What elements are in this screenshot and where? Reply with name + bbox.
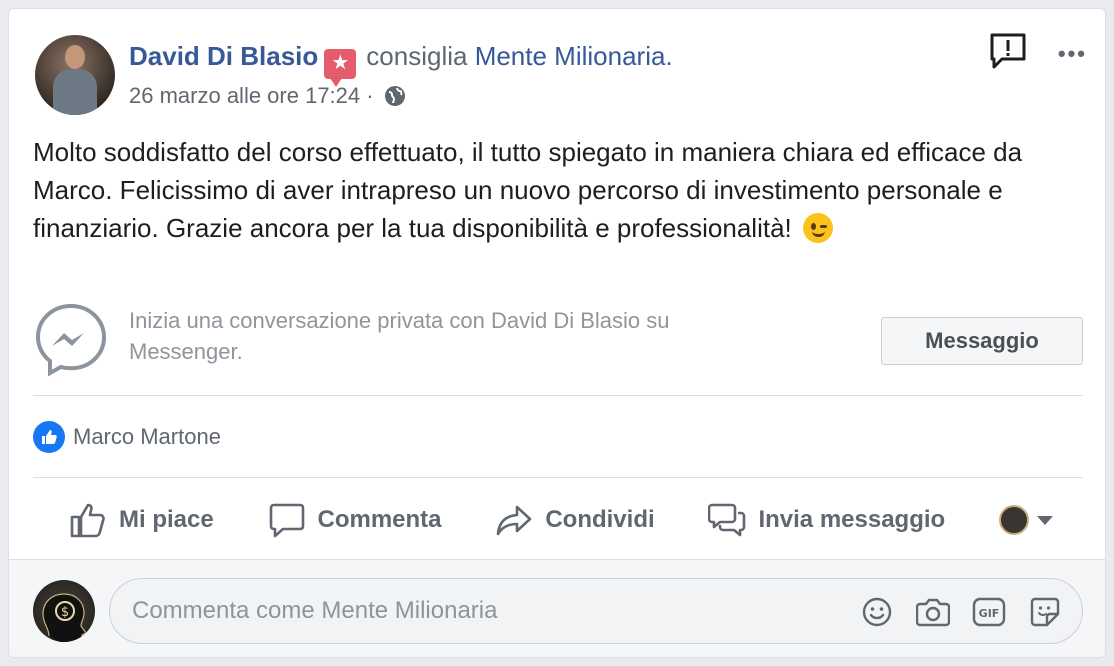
- recommend-verb: consiglia: [366, 41, 468, 71]
- share-button[interactable]: Condividi: [495, 501, 655, 539]
- timestamp-text[interactable]: 26 marzo alle ore 17:24 ·: [129, 83, 374, 108]
- recommendation-star-icon: ★: [324, 49, 357, 87]
- comment-composer: $ Commenta come Mente Milionaria GIF: [9, 559, 1105, 657]
- sticker-icon[interactable]: [1028, 595, 1062, 629]
- like-button[interactable]: Mi piace: [69, 501, 214, 539]
- post-header: David Di Blasio ★ consiglia Mente Milionar…: [129, 41, 673, 87]
- comment-tools: GIF: [860, 595, 1062, 629]
- svg-text:GIF: GIF: [979, 607, 1000, 620]
- page-avatar[interactable]: $: [33, 580, 95, 642]
- camera-icon[interactable]: [916, 595, 950, 629]
- chevron-down-icon: [1037, 515, 1053, 525]
- like-label: Mi piace: [119, 506, 214, 533]
- comment-label: Commenta: [317, 506, 442, 533]
- post-timestamp: 26 marzo alle ore 17:24 ·: [129, 83, 406, 113]
- post-options: •••: [988, 31, 1087, 76]
- globe-icon: [384, 85, 406, 113]
- divider: [33, 395, 1083, 396]
- report-icon[interactable]: [988, 31, 1028, 76]
- messenger-bubbles-icon: [708, 503, 746, 537]
- send-message-label: Invia messaggio: [758, 506, 946, 533]
- divider: [33, 477, 1083, 478]
- messenger-prompt-text: Inizia una conversazione privata con Dav…: [129, 308, 670, 364]
- message-button[interactable]: Messaggio: [881, 317, 1083, 365]
- post-card: David Di Blasio ★ consiglia Mente Milionar…: [8, 8, 1106, 658]
- comment-bubble-icon: [269, 503, 304, 538]
- author-name-link[interactable]: David Di Blasio: [129, 41, 318, 71]
- thumbs-up-icon: [33, 421, 65, 453]
- svg-text:$: $: [61, 605, 69, 620]
- liked-by-name[interactable]: Marco Martone: [73, 424, 221, 450]
- comment-input[interactable]: Commenta come Mente Milionaria GIF: [109, 578, 1083, 644]
- share-arrow-icon: [497, 505, 532, 536]
- page-voice-selector[interactable]: [999, 505, 1053, 535]
- more-options-icon[interactable]: •••: [1058, 41, 1087, 67]
- page-name-link[interactable]: Mente Milionaria.: [475, 41, 673, 71]
- author-avatar[interactable]: [35, 35, 115, 115]
- emoji-icon[interactable]: [860, 595, 894, 629]
- share-label: Condividi: [545, 506, 655, 533]
- send-message-button[interactable]: Invia messaggio: [708, 501, 945, 539]
- post-body: Molto soddisfatto del corso effettuato, …: [33, 133, 1073, 247]
- post-body-text: Molto soddisfatto del corso effettuato, …: [33, 137, 1023, 243]
- winking-face-icon: [803, 213, 833, 243]
- reactions-summary[interactable]: Marco Martone: [33, 419, 221, 455]
- comment-placeholder: Commenta come Mente Milionaria: [132, 597, 498, 624]
- gif-icon[interactable]: GIF: [972, 595, 1006, 629]
- messenger-icon: [33, 301, 109, 377]
- thumbs-up-outline-icon: [70, 503, 105, 538]
- action-bar: Mi piace Commenta Condividi Invia messag…: [33, 489, 1083, 551]
- messenger-prompt: Inizia una conversazione privata con Dav…: [33, 301, 1083, 381]
- comment-button[interactable]: Commenta: [268, 501, 442, 539]
- page-avatar-small: [999, 505, 1029, 535]
